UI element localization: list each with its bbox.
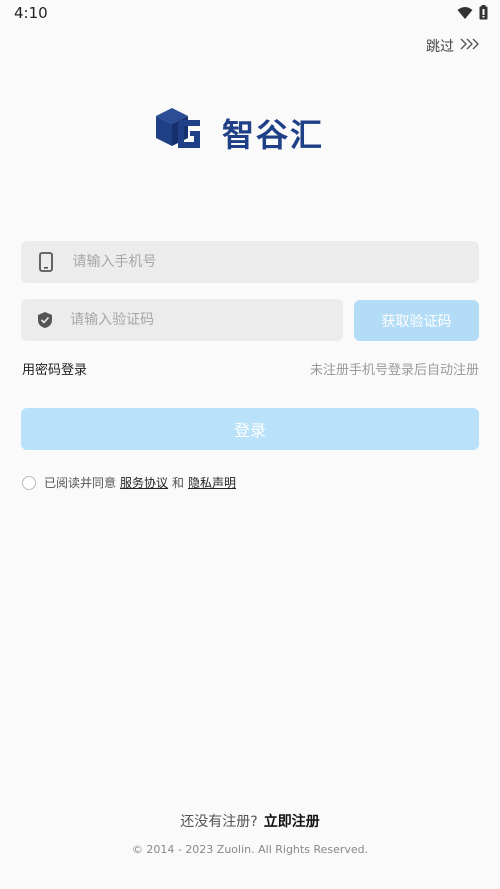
battery-icon <box>479 5 488 24</box>
code-field[interactable] <box>21 299 343 341</box>
register-now-link[interactable]: 立即注册 <box>264 814 320 830</box>
agreement-prefix: 已阅读并同意 <box>44 476 117 490</box>
login-button[interactable]: 登录 <box>21 408 479 450</box>
shield-check-icon <box>21 311 68 329</box>
password-login-link[interactable]: 用密码登录 <box>22 359 87 378</box>
agreement-and: 和 <box>172 476 185 490</box>
app-logo: 智谷汇 <box>152 106 324 160</box>
skip-label: 跳过 <box>426 39 454 55</box>
logo-text: 智谷汇 <box>222 116 325 154</box>
code-input[interactable] <box>68 311 343 329</box>
status-time: 4:10 <box>14 4 48 22</box>
register-row: 还没有注册? 立即注册 <box>0 811 500 831</box>
wifi-icon <box>457 5 473 24</box>
get-code-button[interactable]: 获取验证码 <box>354 300 479 341</box>
agreement-row: 已阅读并同意 服务协议 和 隐私声明 <box>22 474 240 491</box>
phone-input[interactable] <box>70 253 479 271</box>
phone-icon <box>21 252 70 272</box>
login-options-row: 用密码登录 未注册手机号登录后自动注册 <box>22 359 479 378</box>
skip-button[interactable]: 跳过 <box>426 36 480 56</box>
status-bar: 4:10 <box>0 0 500 28</box>
service-agreement-link[interactable]: 服务协议 <box>120 474 168 491</box>
status-icons <box>457 5 488 24</box>
phone-field[interactable] <box>21 241 479 283</box>
agreement-radio[interactable] <box>22 475 36 490</box>
privacy-statement-link[interactable]: 隐私声明 <box>188 474 236 491</box>
auto-register-hint: 未注册手机号登录后自动注册 <box>309 363 479 378</box>
no-account-text: 还没有注册? <box>180 814 258 830</box>
copyright-text: © 2014 - 2023 Zuolin. All Rights Reserve… <box>131 843 369 856</box>
chevrons-right-icon <box>460 38 480 54</box>
logo-mark-icon <box>152 106 206 160</box>
